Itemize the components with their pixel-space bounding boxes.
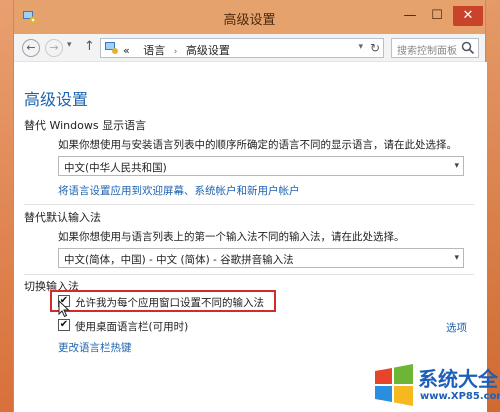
desktop-background-left <box>0 0 13 412</box>
page-title: 高级设置 <box>24 90 89 109</box>
mouse-cursor-icon <box>58 300 70 318</box>
default-input-value: 中文(简体，中国) - 中文 (简体) - 谷歌拼音输入法 <box>64 254 294 266</box>
navigation-bar: ← → ▾ ↑ « 语言 › 高级设置 ▾ ↻ 搜索控制面板 <box>14 34 485 62</box>
minimize-button[interactable]: — <box>399 6 421 26</box>
display-language-description: 如果你想使用与安装语言列表中的顺序所确定的语言不同的显示语言，请在此处选择。 <box>58 139 457 151</box>
up-button[interactable]: ↑ <box>84 39 95 54</box>
chevron-down-icon: ▾ <box>454 161 459 171</box>
close-button[interactable]: ✕ <box>453 6 483 26</box>
search-placeholder: 搜索控制面板 <box>397 46 457 57</box>
default-input-select[interactable]: 中文(简体，中国) - 中文 (简体) - 谷歌拼音输入法 ▾ <box>58 248 464 268</box>
search-input[interactable]: 搜索控制面板 <box>391 38 479 58</box>
desktop-language-bar-checkbox[interactable]: ✔ <box>58 319 70 331</box>
watermark-name: 系统大全 <box>418 367 498 391</box>
desktop-language-bar-label[interactable]: 使用桌面语言栏(可用时) <box>75 319 188 334</box>
display-language-select[interactable]: 中文(中华人民共和国) ▾ <box>58 156 464 176</box>
change-hotkeys-link[interactable]: 更改语言栏热键 <box>58 340 132 355</box>
advanced-settings-window: 高级设置 — ☐ ✕ ← → ▾ ↑ « 语言 › 高级设置 ▾ ↻ 搜索控制面… <box>13 0 487 412</box>
site-watermark: 系统大全 www.XP85.com <box>372 355 500 412</box>
control-panel-icon <box>105 42 118 54</box>
default-input-description: 如果你想使用与语言列表上的第一个输入法不同的输入法，请在此处选择。 <box>58 231 405 243</box>
recent-locations-chevron-icon[interactable]: ▾ <box>67 40 72 50</box>
search-icon <box>461 41 475 55</box>
display-language-value: 中文(中华人民共和国) <box>64 162 167 174</box>
watermark-url: www.XP85.com <box>420 391 500 402</box>
breadcrumb: « 语言 › 高级设置 <box>123 42 230 58</box>
divider <box>24 274 474 275</box>
maximize-button[interactable]: ☐ <box>426 6 448 26</box>
breadcrumb-item-advanced-settings[interactable]: 高级设置 <box>186 44 230 57</box>
apply-language-settings-link[interactable]: 将语言设置应用到欢迎屏幕、系统帐户和新用户帐户 <box>58 183 300 198</box>
forward-button[interactable]: → <box>45 39 63 57</box>
breadcrumb-overflow-icon[interactable]: « <box>123 44 130 57</box>
chevron-down-icon: ▾ <box>454 253 459 263</box>
display-language-heading: 替代 Windows 显示语言 <box>24 119 147 132</box>
back-button[interactable]: ← <box>22 39 40 57</box>
divider <box>24 204 474 205</box>
breadcrumb-separator-icon[interactable]: › <box>174 47 178 57</box>
windows-logo-icon <box>375 364 413 406</box>
refresh-button[interactable]: ↻ <box>370 41 380 55</box>
breadcrumb-item-language[interactable]: 语言 <box>143 44 165 57</box>
address-dropdown-icon[interactable]: ▾ <box>358 42 363 52</box>
address-bar[interactable]: « 语言 › 高级设置 ▾ ↻ <box>100 38 384 58</box>
default-input-heading: 替代默认输入法 <box>24 211 101 224</box>
per-app-input-label[interactable]: 允许我为每个应用窗口设置不同的输入法 <box>75 295 264 310</box>
title-bar: 高级设置 — ☐ ✕ <box>14 0 485 34</box>
language-bar-options-link[interactable]: 选项 <box>446 320 467 335</box>
desktop-background-right <box>486 0 500 412</box>
